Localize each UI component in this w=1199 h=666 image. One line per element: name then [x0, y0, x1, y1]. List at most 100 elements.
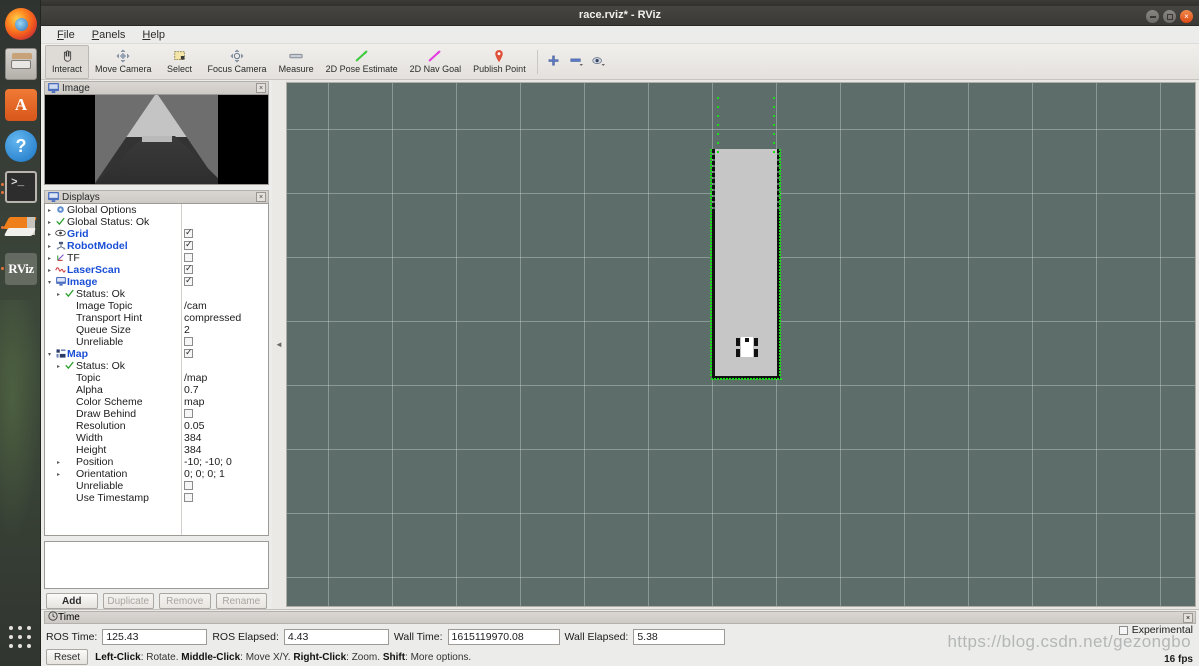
display-row-checkbox-cell[interactable] — [180, 252, 268, 264]
display-row-checkbox-cell[interactable] — [180, 263, 268, 276]
display-row-value[interactable]: 0.05 — [180, 420, 268, 432]
expand-arrow-icon[interactable]: ▸ — [45, 255, 54, 262]
display-tree-row[interactable]: ▸ Global Status: Ok — [45, 216, 268, 228]
terminal-icon[interactable]: >_ — [5, 171, 37, 203]
window-titlebar[interactable]: race.rviz* - RViz × — [41, 6, 1199, 26]
displays-panel-titlebar[interactable]: Displays × — [44, 190, 269, 203]
display-tree-row[interactable]: ▸ Position -10; -10; 0 — [45, 456, 268, 468]
display-tree-row[interactable]: Draw Behind — [45, 408, 268, 420]
display-row-checkbox-cell[interactable] — [180, 347, 268, 360]
close-button[interactable]: × — [1180, 10, 1193, 23]
ros-elapsed-input[interactable]: 4.43 — [283, 628, 389, 645]
maximize-button[interactable] — [1163, 10, 1176, 23]
rviz-icon[interactable]: RViz — [5, 253, 37, 285]
display-enabled-checkbox[interactable] — [184, 347, 193, 358]
display-tree-row[interactable]: ▸ TF — [45, 252, 268, 264]
rename-button[interactable]: Rename — [215, 593, 267, 609]
expand-arrow-icon[interactable]: ▸ — [45, 231, 54, 238]
menu-file[interactable]: File — [50, 28, 82, 42]
display-tree-row[interactable]: Unreliable — [45, 336, 268, 348]
display-tree-row[interactable]: ▸ Status: Ok — [45, 288, 268, 300]
image-panel-close-icon[interactable]: × — [256, 83, 266, 93]
displays-panel-close-icon[interactable]: × — [256, 192, 266, 202]
ros-time-input[interactable]: 125.43 — [102, 628, 208, 645]
experimental-toggle[interactable]: Experimental — [1118, 624, 1193, 636]
display-row-value[interactable]: 0; 0; 0; 1 — [180, 468, 268, 480]
display-tree-row[interactable]: ▸ Global Options — [45, 204, 268, 216]
display-tree-row[interactable]: Unreliable — [45, 480, 268, 492]
display-enabled-checkbox[interactable] — [184, 253, 193, 262]
display-tree-row[interactable]: ▾ Image — [45, 275, 268, 288]
display-tree-row[interactable]: ▸ Grid — [45, 227, 268, 240]
time-panel-titlebar[interactable]: Time × — [44, 611, 1196, 624]
minimize-button[interactable] — [1146, 10, 1159, 23]
remove-tool-button[interactable] — [565, 50, 587, 74]
expand-arrow-icon[interactable]: ▸ — [54, 459, 63, 466]
display-tree-row[interactable]: Alpha 0.7 — [45, 384, 268, 396]
time-panel-close-icon[interactable]: × — [1183, 613, 1193, 623]
tool-measure[interactable]: Measure — [273, 45, 320, 79]
expand-arrow-icon[interactable]: ▸ — [45, 219, 54, 226]
display-enabled-checkbox[interactable] — [184, 409, 193, 418]
duplicate-button[interactable]: Duplicate — [102, 593, 154, 609]
displays-tree[interactable]: ▸ Global Options ▸ Global Status: Ok ▸ Grid ▸ R… — [44, 203, 269, 536]
expand-arrow-icon[interactable]: ▸ — [45, 207, 54, 214]
display-row-value[interactable]: /map — [180, 372, 268, 384]
display-row-value[interactable]: /cam — [180, 300, 268, 312]
display-row-value[interactable]: -10; -10; 0 — [180, 456, 268, 468]
expand-arrow-icon[interactable]: ▸ — [45, 267, 54, 274]
display-enabled-checkbox[interactable] — [184, 227, 193, 238]
remove-button[interactable]: Remove — [159, 593, 211, 609]
display-row-value[interactable]: 2 — [180, 324, 268, 336]
expand-arrow-icon[interactable]: ▸ — [45, 243, 54, 250]
books-icon[interactable] — [2, 212, 38, 244]
display-row-value[interactable]: 0.7 — [180, 384, 268, 396]
expand-arrow-icon[interactable]: ▸ — [54, 291, 63, 298]
display-tree-row[interactable]: ▾ Map — [45, 347, 268, 360]
files-icon[interactable] — [5, 48, 37, 80]
display-row-checkbox-cell[interactable] — [180, 239, 268, 252]
display-tree-row[interactable]: Height 384 — [45, 444, 268, 456]
display-row-checkbox-cell[interactable] — [180, 336, 268, 348]
display-row-value[interactable]: 384 — [180, 432, 268, 444]
display-enabled-checkbox[interactable] — [184, 263, 193, 274]
tool-interact[interactable]: Interact — [45, 44, 90, 79]
display-tree-row[interactable]: Use Timestamp — [45, 492, 268, 504]
menu-panels[interactable]: Panels — [85, 28, 133, 42]
tool-select[interactable]: Select — [158, 45, 202, 79]
image-panel-titlebar[interactable]: Image × — [44, 81, 269, 94]
camera-image-view[interactable] — [44, 94, 269, 185]
display-tree-row[interactable]: Resolution 0.05 — [45, 420, 268, 432]
collapse-left-dock-icon[interactable]: ◄ — [275, 340, 283, 349]
expand-arrow-icon[interactable]: ▸ — [54, 363, 63, 370]
tool-properties-button[interactable] — [587, 50, 609, 74]
expand-arrow-icon[interactable]: ▸ — [54, 471, 63, 478]
display-row-checkbox-cell[interactable] — [180, 408, 268, 420]
tool-nav-goal[interactable]: 2D Nav Goal — [404, 45, 468, 79]
display-row-checkbox-cell[interactable] — [180, 480, 268, 492]
tool-pose-estimate[interactable]: 2D Pose Estimate — [320, 45, 404, 79]
display-enabled-checkbox[interactable] — [184, 493, 193, 502]
expand-arrow-icon[interactable]: ▾ — [45, 279, 54, 286]
experimental-checkbox[interactable] — [1118, 625, 1128, 635]
display-tree-row[interactable]: ▸ LaserScan — [45, 263, 268, 276]
display-row-checkbox-cell[interactable] — [180, 492, 268, 504]
display-tree-row[interactable]: ▸ RobotModel — [45, 239, 268, 252]
wall-time-input[interactable]: 1615119970.08 — [447, 628, 560, 645]
expand-arrow-icon[interactable]: ▾ — [45, 351, 54, 358]
display-tree-row[interactable]: Transport Hint compressed — [45, 312, 268, 324]
display-enabled-checkbox[interactable] — [184, 275, 193, 286]
display-row-checkbox-cell[interactable] — [180, 227, 268, 240]
software-icon[interactable]: A — [5, 89, 37, 121]
dock-splitter[interactable]: ◄ — [272, 80, 286, 609]
add-tool-button[interactable] — [543, 50, 565, 74]
display-tree-row[interactable]: ▸ Status: Ok — [45, 360, 268, 372]
display-enabled-checkbox[interactable] — [184, 239, 193, 250]
apps-grid-icon[interactable] — [9, 626, 33, 650]
display-row-value[interactable]: map — [180, 396, 268, 408]
wall-elapsed-input[interactable]: 5.38 — [633, 628, 726, 645]
add-button[interactable]: Add — [46, 593, 98, 609]
display-row-value[interactable]: compressed — [180, 312, 268, 324]
menu-help[interactable]: Help — [135, 28, 172, 42]
display-enabled-checkbox[interactable] — [184, 337, 193, 346]
